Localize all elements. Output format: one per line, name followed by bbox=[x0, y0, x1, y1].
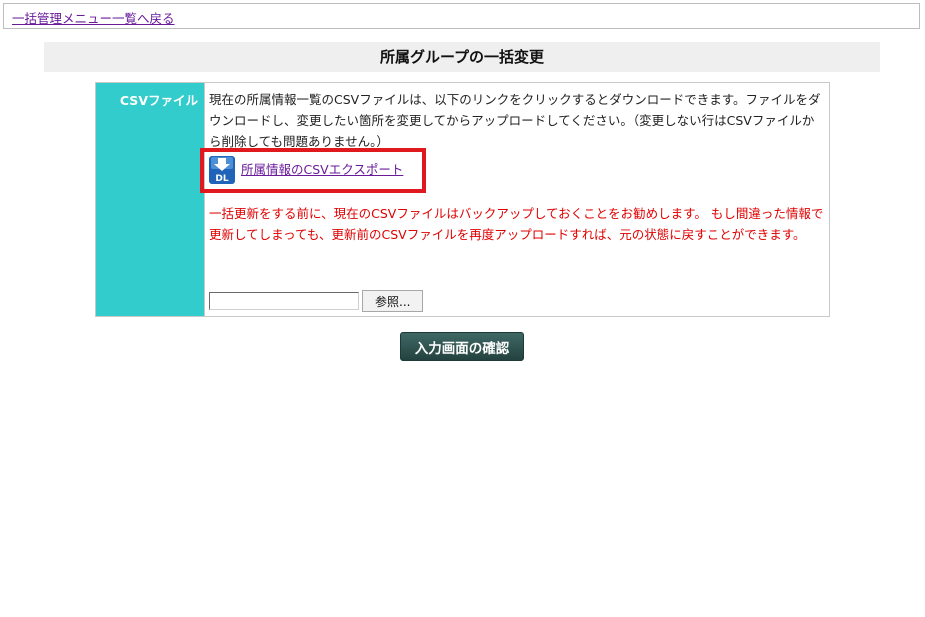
csv-form-table: CSVファイル 現在の所属情報一覧のCSVファイルは、以下のリンクをクリックする… bbox=[95, 82, 830, 317]
csv-export-link[interactable]: 所属情報のCSVエクスポート bbox=[241, 159, 403, 180]
download-row: DL 所属情報のCSVエクスポート bbox=[200, 148, 426, 193]
backup-warning: 一括更新をする前に、現在のCSVファイルはバックアップしておくことをお勧めします… bbox=[209, 206, 824, 242]
file-path-input[interactable] bbox=[209, 292, 359, 310]
csv-file-label: CSVファイル bbox=[96, 83, 205, 316]
download-icon[interactable]: DL bbox=[209, 154, 235, 184]
csv-file-content: 現在の所属情報一覧のCSVファイルは、以下のリンクをクリックするとダウンロードで… bbox=[200, 83, 829, 316]
browse-button[interactable]: 参照... bbox=[362, 290, 424, 312]
download-icon-text: DL bbox=[215, 174, 228, 184]
top-nav-bar: 一括管理メニュー一覧へ戻る bbox=[3, 3, 920, 29]
back-to-menu-link[interactable]: 一括管理メニュー一覧へ戻る bbox=[12, 8, 175, 27]
confirm-button[interactable]: 入力画面の確認 bbox=[400, 332, 524, 361]
page-title: 所属グループの一括変更 bbox=[44, 42, 880, 72]
file-upload-row: 参照... bbox=[209, 290, 424, 312]
csv-description: 現在の所属情報一覧のCSVファイルは、以下のリンクをクリックするとダウンロードで… bbox=[209, 92, 821, 149]
